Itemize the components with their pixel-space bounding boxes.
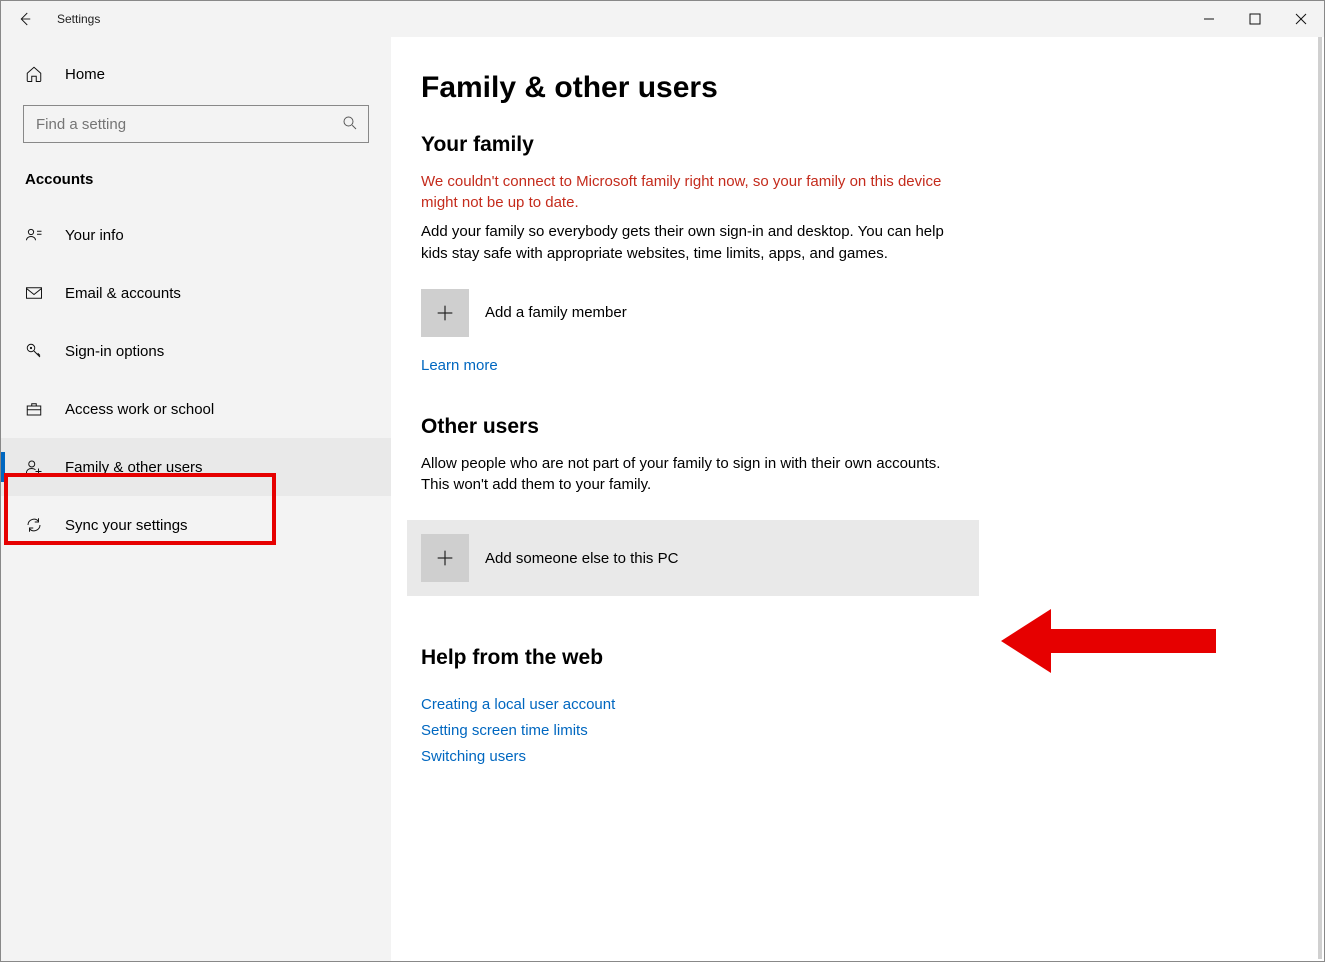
app-title: Settings	[57, 12, 100, 26]
sidebar-item-label: Family & other users	[65, 459, 203, 476]
close-icon	[1295, 13, 1307, 25]
minimize-button[interactable]	[1186, 1, 1232, 37]
people-add-icon	[25, 458, 43, 476]
plus-icon	[421, 534, 469, 582]
sidebar-item-email-accounts[interactable]: Email & accounts	[1, 264, 391, 322]
search-input[interactable]	[23, 105, 369, 143]
sidebar-item-label: Access work or school	[65, 401, 214, 418]
page-title: Family & other users	[421, 71, 1294, 105]
sidebar: Home Accounts Your info Email & accounts…	[1, 37, 391, 961]
other-users-heading: Other users	[421, 415, 1294, 439]
sidebar-item-label: Your info	[65, 227, 124, 244]
plus-icon	[421, 289, 469, 337]
key-icon	[25, 342, 43, 360]
search-icon	[341, 114, 359, 132]
sidebar-item-signin-options[interactable]: Sign-in options	[1, 322, 391, 380]
sidebar-item-label: Email & accounts	[65, 285, 181, 302]
sidebar-item-family-other-users[interactable]: Family & other users	[1, 438, 391, 496]
mail-icon	[25, 284, 43, 302]
sidebar-item-sync-settings[interactable]: Sync your settings	[1, 496, 391, 554]
person-card-icon	[25, 226, 43, 244]
main-content: Family & other users Your family We coul…	[391, 37, 1324, 961]
sync-icon	[25, 516, 43, 534]
family-body-text: Add your family so everybody gets their …	[421, 221, 961, 265]
sidebar-item-access-work-school[interactable]: Access work or school	[1, 380, 391, 438]
sidebar-item-label: Sign-in options	[65, 343, 164, 360]
learn-more-link[interactable]: Learn more	[421, 357, 498, 374]
sidebar-item-your-info[interactable]: Your info	[1, 206, 391, 264]
your-family-heading: Your family	[421, 133, 1294, 157]
other-users-body-text: Allow people who are not part of your fa…	[421, 453, 961, 497]
back-button[interactable]	[1, 1, 49, 37]
help-link-local-user[interactable]: Creating a local user account	[421, 696, 615, 713]
section-label: Accounts	[1, 171, 391, 206]
scrollbar[interactable]	[1318, 37, 1322, 959]
maximize-icon	[1249, 13, 1261, 25]
home-icon	[25, 65, 43, 83]
sidebar-item-label: Sync your settings	[65, 517, 188, 534]
briefcase-icon	[25, 400, 43, 418]
arrow-left-icon	[16, 10, 34, 28]
close-button[interactable]	[1278, 1, 1324, 37]
help-link-screen-time[interactable]: Setting screen time limits	[421, 722, 588, 739]
minimize-icon	[1203, 13, 1215, 25]
home-nav[interactable]: Home	[1, 51, 391, 105]
maximize-button[interactable]	[1232, 1, 1278, 37]
add-someone-else-label: Add someone else to this PC	[485, 550, 678, 567]
add-family-member-button[interactable]: Add a family member	[421, 289, 1294, 337]
family-error-text: We couldn't connect to Microsoft family …	[421, 171, 961, 213]
add-someone-else-button[interactable]: Add someone else to this PC	[407, 520, 979, 596]
add-family-member-label: Add a family member	[485, 304, 627, 321]
help-link-switching-users[interactable]: Switching users	[421, 748, 526, 765]
home-label: Home	[65, 66, 105, 83]
help-from-web-heading: Help from the web	[421, 646, 1294, 670]
